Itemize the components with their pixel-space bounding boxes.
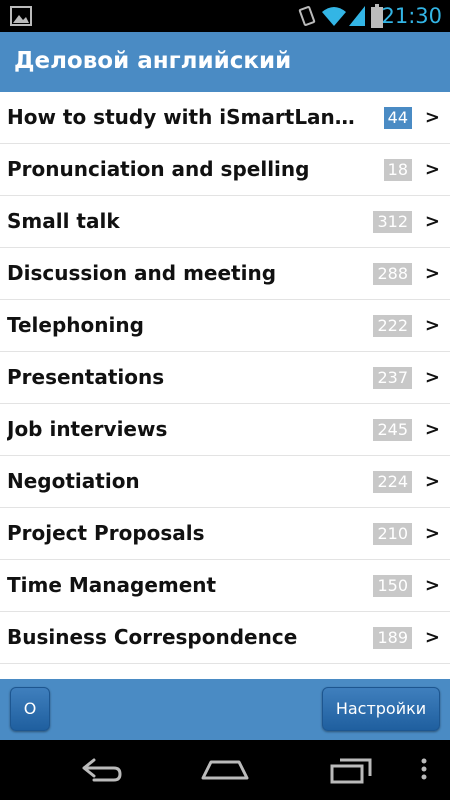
chevron-right-icon: >: [424, 367, 440, 388]
topic-title: Business Correspondence: [7, 625, 298, 649]
chevron-right-icon: >: [424, 107, 440, 128]
topic-title: Discussion and meeting: [7, 261, 277, 285]
chevron-right-icon: >: [424, 159, 440, 180]
list-item[interactable]: Negotiation 224 >: [0, 456, 450, 508]
chevron-right-icon: >: [424, 315, 440, 336]
topic-title: Small talk: [7, 209, 120, 233]
topic-count-badge: 312: [373, 211, 412, 233]
recent-apps-icon[interactable]: [322, 750, 382, 790]
list-item[interactable]: Business Correspondence 189 >: [0, 612, 450, 664]
topic-title: Time Management: [7, 573, 217, 597]
topic-title: Presentations: [7, 365, 165, 389]
vibrate-icon: [296, 5, 318, 27]
topic-title: Job interviews: [7, 417, 168, 441]
about-button[interactable]: О: [10, 687, 50, 731]
chevron-right-icon: >: [424, 575, 440, 596]
home-icon[interactable]: [195, 750, 255, 790]
settings-button[interactable]: Настройки: [322, 687, 440, 731]
list-item[interactable]: Discussion and meeting 288 >: [0, 248, 450, 300]
cell-signal-icon: [348, 5, 366, 27]
back-icon[interactable]: [70, 750, 130, 790]
system-nav-bar: [0, 740, 450, 800]
list-item[interactable]: Time Management 150 >: [0, 560, 450, 612]
list-item[interactable]: Small talk 312 >: [0, 196, 450, 248]
app-bar: Деловой английский: [0, 32, 450, 92]
topic-title: Project Proposals: [7, 521, 205, 545]
topic-title: Pronunciation and spelling: [7, 157, 310, 181]
gallery-notification-icon: [10, 6, 32, 26]
status-bar: 21:30: [0, 0, 450, 32]
list-item[interactable]: Telephoning 222 >: [0, 300, 450, 352]
chevron-right-icon: >: [424, 263, 440, 284]
list-item[interactable]: Job interviews 245 >: [0, 404, 450, 456]
chevron-right-icon: >: [424, 471, 440, 492]
topic-count-badge: 288: [373, 263, 412, 285]
chevron-right-icon: >: [424, 523, 440, 544]
chevron-right-icon: >: [424, 627, 440, 648]
wifi-icon: [321, 5, 347, 27]
bottom-toolbar: О Настройки: [0, 679, 450, 740]
list-item[interactable]: Presentations 237 >: [0, 352, 450, 404]
list-item[interactable]: Pronunciation and spelling 18 >: [0, 144, 450, 196]
topic-count-badge: 189: [373, 627, 412, 649]
chevron-right-icon: >: [424, 419, 440, 440]
topic-count-badge: 224: [373, 471, 412, 493]
list-item[interactable]: Project Proposals 210 >: [0, 508, 450, 560]
page-title: Деловой английский: [14, 48, 292, 74]
topic-title: Negotiation: [7, 469, 140, 493]
topic-list[interactable]: How to study with iSmartLanguage44>Pronu…: [0, 92, 450, 679]
status-clock: 21:30: [381, 4, 442, 28]
topic-title: How to study with iSmartLanguage: [7, 105, 362, 129]
menu-overflow-icon[interactable]: [412, 750, 436, 790]
chevron-right-icon: >: [424, 211, 440, 232]
topic-count-badge: 18: [383, 159, 412, 181]
topic-count-badge: 237: [373, 367, 412, 389]
topic-title: Telephoning: [7, 313, 144, 337]
list-item[interactable]: How to study with iSmartLanguage 44 >: [0, 92, 450, 144]
topic-count-badge: 245: [373, 419, 412, 441]
topic-count-badge: 222: [373, 315, 412, 337]
topic-count-badge: 44: [383, 107, 412, 129]
topic-count-badge: 210: [373, 523, 412, 545]
topic-count-badge: 150: [373, 575, 412, 597]
